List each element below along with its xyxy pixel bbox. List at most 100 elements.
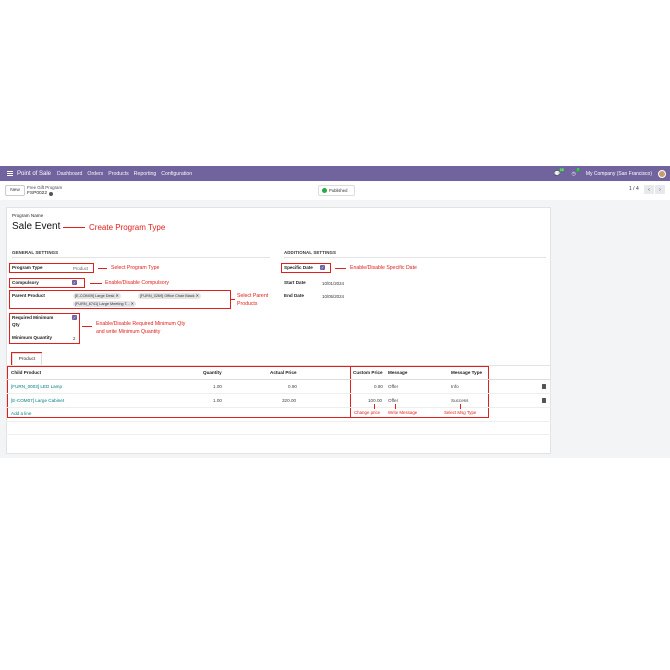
program-name-input[interactable]: Sale Event [12,221,60,232]
add-line-link[interactable]: Add a line [11,411,31,416]
annotation-arrow [395,404,396,409]
annotation-select-parent-2: Products [237,301,258,307]
annotation-arrow [231,299,235,300]
pager-next-button[interactable]: › [655,185,665,194]
row-child-product[interactable]: [FURN_0003] LED Lamp [11,384,62,389]
pager-counter[interactable]: 1 / 4 [629,186,639,192]
annotation-arrow [63,227,85,228]
start-date-input[interactable]: 10/01/2024 [322,281,344,286]
row-message-type[interactable]: Info [451,384,459,389]
header-custom-price[interactable]: Custom Price [353,370,383,375]
apps-menu-icon[interactable] [7,170,13,177]
menu-dashboard[interactable]: Dashboard [57,171,82,177]
header-message-type[interactable]: Message Type [451,370,482,375]
row-actual-price[interactable]: 320.00 [282,398,296,403]
program-type-label: Program Type [12,265,43,270]
program-name-label: Program Name [12,213,44,218]
specific-date-checkbox[interactable]: ✓ [320,265,325,270]
annotation-arrow [82,326,92,327]
program-type-select[interactable]: Product [73,266,88,271]
activity-count-badge: 7 [576,167,580,172]
parent-product-tag[interactable]: [E-COM09] Large Desk ✕ [73,293,121,299]
new-button[interactable]: New [5,185,25,196]
compulsory-checkbox[interactable]: ✓ [72,280,77,285]
row-divider [6,421,551,422]
row-divider [6,434,551,435]
divider [12,257,270,258]
end-date-label: End Date [284,293,304,298]
header-divider [6,379,551,380]
annotation-select-program-type: Select Program Type [111,265,160,271]
row-custom-price[interactable]: 0.90 [374,384,383,389]
start-date-label: Start Date [284,280,306,285]
required-min-qty-checkbox[interactable]: ✓ [72,315,77,320]
annotation-change-price: Change price [354,410,381,415]
required-min-qty-label-2: Qty [12,322,20,327]
tab-product[interactable]: Product [12,353,42,365]
annotation-select-parent: Select Parent [237,293,269,299]
company-switcher[interactable]: My Company (San Francisco) [586,171,652,177]
menu-configuration[interactable]: Configuration [161,171,192,177]
required-min-qty-label: Required Minimum [12,315,54,320]
breadcrumb-parent[interactable]: Free Gift Program [27,185,62,190]
chat-count-badge: 19 [558,167,565,172]
row-divider [6,393,551,394]
annotation-arrow [98,268,107,269]
trash-icon[interactable] [542,384,546,389]
annotation-enable-min-qty-2: and write Minimum Quantity [96,329,161,335]
compulsory-label: Compulsory [12,280,39,285]
record-reference: FSP0022 [27,191,48,196]
row-message[interactable]: Offer [388,384,398,389]
breadcrumb-current: FSP0022 [27,191,54,196]
trash-icon[interactable] [542,398,546,403]
menu-products[interactable]: Products [108,171,128,177]
remove-tag-icon: ✕ [130,302,134,306]
activity-icon[interactable]: ◷ 7 [571,167,580,177]
remove-tag-icon: ✕ [115,294,119,298]
header-child-product[interactable]: Child Product [11,370,41,375]
annotation-arrow [374,404,375,409]
annotation-arrow [460,404,461,409]
row-custom-price[interactable]: 100.00 [368,398,382,403]
row-divider [6,407,551,408]
parent-product-tag[interactable]: [FURN_0269] Office Chair Black ✕ [138,293,201,299]
row-message-type[interactable]: Success [451,398,468,403]
annotation-enable-compulsory: Enable/Disable Compulsory [105,280,170,286]
gear-icon[interactable] [49,191,54,196]
row-actual-price[interactable]: 0.90 [288,384,297,389]
divider [284,257,546,258]
row-message[interactable]: Offer [388,398,398,403]
header-quantity[interactable]: Quantity [203,370,222,375]
published-status-button[interactable]: Published [318,185,355,196]
published-label: Published [329,188,348,193]
annotation-select-msg-type: Select Msg Type [444,410,477,415]
parent-product-label: Parent Product [12,293,45,298]
menu-reporting[interactable]: Reporting [134,171,157,177]
annotation-arrow [90,283,102,284]
min-quantity-input[interactable]: 2 [73,336,75,341]
annotation-enable-min-qty: Enable/Disable Required Minimum Qty [96,321,186,327]
general-settings-title: GENERAL SETTINGS [12,250,59,255]
top-navbar: Point of Sale Dashboard Orders Products … [0,166,670,181]
parent-product-tag[interactable]: [FURN_6741] Large Meeting T... ✕ [73,301,136,307]
annotation-create-program-type: Create Program Type [89,223,166,232]
globe-icon [322,188,327,193]
annotation-arrow [335,268,346,269]
end-date-input[interactable]: 10/05/2024 [322,294,344,299]
header-actual-price[interactable]: Actual Price [270,370,297,375]
remove-tag-icon: ✕ [195,294,199,298]
menu-orders[interactable]: Orders [87,171,103,177]
user-avatar[interactable] [658,169,666,178]
additional-settings-title: ADDITIONAL SETTINGS [284,250,337,255]
row-child-product[interactable]: [E-COM07] Large Cabinet [11,398,64,403]
annotation-enable-specific-date: Enable/Disable Specific Date [350,265,417,271]
pager-previous-button[interactable]: ‹ [644,185,654,194]
min-quantity-label: Minimum Quantity [12,335,53,340]
row-quantity[interactable]: 1.00 [213,384,222,389]
row-quantity[interactable]: 1.00 [213,398,222,403]
annotation-write-message: Write Message [388,410,418,415]
chat-icon[interactable]: 💬 19 [554,167,565,177]
header-message[interactable]: Message [388,370,407,375]
specific-date-label: Specific Date [284,265,313,270]
app-name[interactable]: Point of Sale [17,171,51,177]
